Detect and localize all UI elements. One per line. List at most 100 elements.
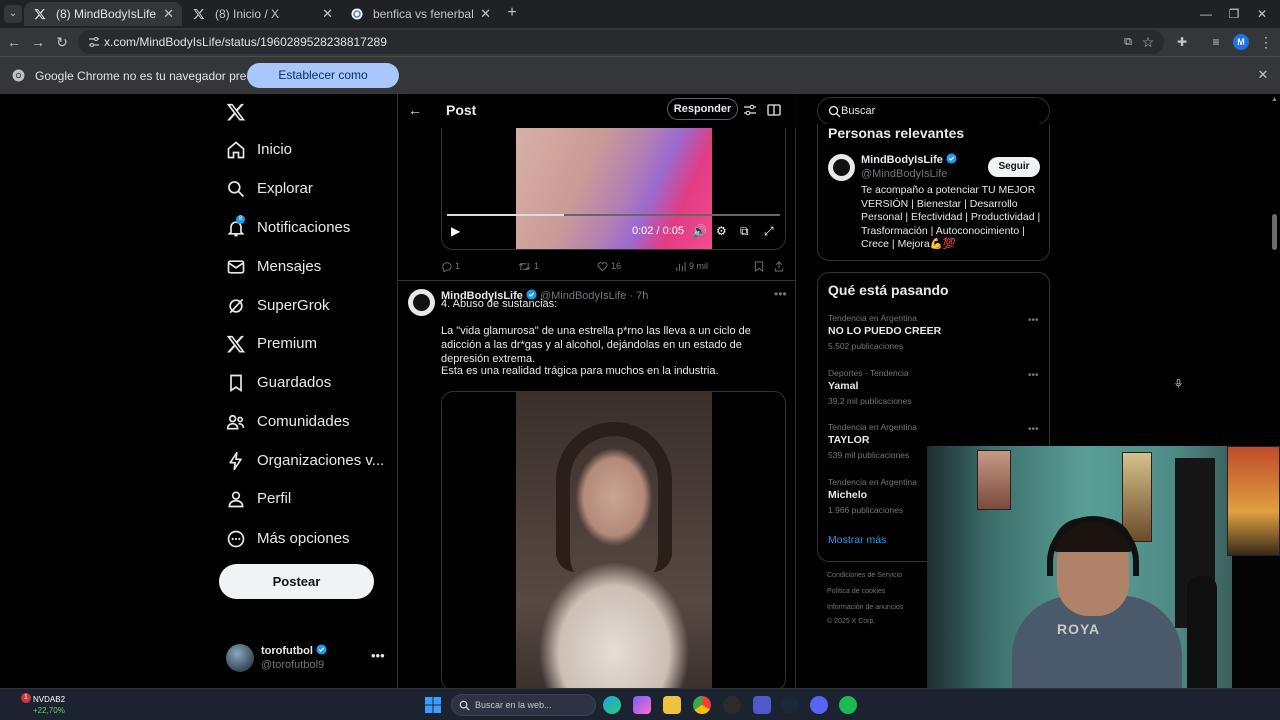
tab-search-button[interactable]: ⌄: [4, 5, 22, 23]
reply-button[interactable]: Responder: [667, 98, 738, 120]
views-action[interactable]: 9 mil: [675, 258, 708, 274]
nav-label: Explorar: [257, 180, 313, 197]
footer-link[interactable]: Información de anuncios: [827, 604, 903, 611]
taskbar-search-placeholder: Buscar en la web...: [475, 700, 552, 710]
edge-icon[interactable]: [603, 696, 621, 714]
tweet[interactable]: MindBodyIsLife @MindBodyIsLife · 7h ••• …: [398, 280, 796, 688]
nav-item-mas-opciones[interactable]: Más opciones: [226, 521, 396, 557]
reader-view-icon[interactable]: [767, 103, 781, 117]
nav-label: Notificaciones: [257, 219, 351, 236]
windows-start-icon[interactable]: [425, 697, 441, 713]
scrollbar-thumb[interactable]: [1272, 214, 1277, 250]
close-icon[interactable]: ✕: [322, 2, 333, 26]
set-default-button[interactable]: Establecer como predeterminado: [247, 63, 399, 107]
back-arrow-icon[interactable]: ←: [4, 32, 24, 52]
stock-widget[interactable]: 1 NVDAB2 +22,70%: [18, 693, 78, 717]
tab-inicio[interactable]: (8) Inicio / X ✕: [183, 2, 341, 26]
microphone-icon[interactable]: [1174, 379, 1183, 388]
nav-item-comunidades[interactable]: Comunidades: [226, 404, 396, 440]
repost-action[interactable]: 1: [518, 258, 539, 274]
more-circle-icon: [227, 530, 245, 548]
chrome-logo-icon: [12, 69, 25, 82]
like-action[interactable]: 16: [597, 258, 621, 274]
kebab-menu-icon[interactable]: ⋮: [1256, 32, 1276, 52]
relevant-user-name[interactable]: MindBodyIsLife: [861, 153, 957, 166]
search-input[interactable]: Buscar: [817, 97, 1050, 125]
nav-label: Comunidades: [257, 413, 350, 430]
avatar: [226, 644, 254, 672]
close-icon[interactable]: ✕: [163, 2, 174, 26]
install-app-icon[interactable]: ⧉: [1118, 32, 1138, 52]
nav-item-organizaciones[interactable]: Organizaciones v...: [226, 443, 396, 479]
video-player[interactable]: ▶ 0:02 / 0:05 🔊 ⚙ ⧉ ⤢: [441, 128, 786, 250]
trend-item[interactable]: Tendencia en Argentina NO LO PUEDO CREER…: [828, 313, 1043, 357]
x-logo-icon[interactable]: [226, 102, 246, 122]
nav-item-explorar[interactable]: Explorar: [226, 171, 396, 207]
spotify-icon[interactable]: [839, 696, 857, 714]
site-info-icon[interactable]: [88, 36, 100, 48]
taskbar-search-input[interactable]: Buscar en la web...: [451, 694, 596, 716]
account-switcher[interactable]: torofutbol @torofutbol9 •••: [226, 642, 396, 674]
video-progress[interactable]: [447, 214, 780, 216]
footer-link[interactable]: Política de cookies: [827, 588, 885, 595]
media-controls-icon[interactable]: ≡: [1206, 32, 1226, 52]
main-column: ▶ 0:02 / 0:05 🔊 ⚙ ⧉ ⤢ 1 1 16 9 mil MindB…: [397, 94, 796, 688]
avatar[interactable]: [408, 289, 435, 316]
stock-symbol: NVDAB2: [33, 695, 66, 704]
video-progress-fill: [447, 214, 564, 216]
nav-item-premium[interactable]: Premium: [226, 326, 396, 362]
obs-icon[interactable]: [723, 696, 741, 714]
copilot-icon[interactable]: [633, 696, 651, 714]
scroll-up-icon[interactable]: ▲: [1271, 96, 1278, 103]
steam-icon[interactable]: [781, 696, 799, 714]
more-dots-icon[interactable]: •••: [1028, 370, 1039, 381]
trend-item[interactable]: Deportes · Tendencia Yamal 39,2 mil publ…: [828, 368, 1043, 412]
nav-item-supergrok[interactable]: SuperGrok: [226, 288, 396, 324]
reload-icon[interactable]: ↻: [52, 32, 72, 52]
tab-google-search[interactable]: benfica vs fenerbahce - Buscar ✕: [341, 2, 499, 26]
more-dots-icon[interactable]: •••: [371, 648, 385, 663]
bookmark-star-icon[interactable]: ☆: [1138, 32, 1158, 52]
nav-item-notificaciones[interactable]: 8 Notificaciones: [226, 210, 396, 246]
more-dots-icon[interactable]: •••: [1028, 424, 1039, 435]
extensions-icon[interactable]: ✚: [1172, 32, 1192, 52]
video-player[interactable]: [441, 391, 786, 688]
back-arrow-icon[interactable]: ←: [408, 102, 424, 118]
show-more-link[interactable]: Mostrar más: [828, 534, 886, 546]
nav-item-inicio[interactable]: Inicio: [226, 132, 396, 168]
share-icon[interactable]: [774, 258, 787, 274]
tab-mindbodyislife[interactable]: (8) MindBodyIsLife en X: "Esta e ✕: [24, 2, 182, 26]
settings-gear-icon[interactable]: ⚙: [716, 223, 727, 239]
play-icon[interactable]: ▶: [451, 223, 460, 239]
close-icon[interactable]: ✕: [1256, 67, 1270, 85]
post-header: ← Post Responder: [398, 94, 796, 128]
nav-item-guardados[interactable]: Guardados: [226, 365, 396, 401]
footer-link[interactable]: Condiciones de Servicio: [827, 572, 902, 579]
person-icon: [228, 491, 244, 508]
avatar[interactable]: [828, 154, 855, 181]
reply-action[interactable]: 1: [441, 258, 460, 274]
profile-avatar[interactable]: M: [1233, 34, 1249, 50]
more-dots-icon[interactable]: •••: [1028, 315, 1039, 326]
follow-button[interactable]: Seguir: [988, 157, 1040, 177]
new-tab-button[interactable]: +: [503, 4, 521, 22]
nav-item-perfil[interactable]: Perfil: [226, 481, 396, 517]
close-window-button[interactable]: ✕: [1244, 0, 1280, 28]
fullscreen-icon[interactable]: ⤢: [764, 223, 774, 239]
file-explorer-icon[interactable]: [663, 696, 681, 714]
bookmark-icon[interactable]: [754, 258, 767, 274]
discord-icon[interactable]: [810, 696, 828, 714]
nav-item-mensajes[interactable]: Mensajes: [226, 249, 396, 285]
filter-sliders-icon[interactable]: [743, 103, 757, 117]
nav-label: Mensajes: [257, 258, 322, 275]
forward-arrow-icon[interactable]: →: [28, 32, 48, 52]
picture-in-picture-icon[interactable]: ⧉: [740, 223, 749, 239]
chrome-icon[interactable]: [693, 696, 711, 714]
teams-icon[interactable]: [753, 696, 771, 714]
browser-toolbar: ← → ↻ x.com/MindBodyIsLife/status/196028…: [0, 28, 1280, 56]
post-button[interactable]: Postear: [219, 564, 374, 599]
address-bar[interactable]: x.com/MindBodyIsLife/status/196028952823…: [78, 30, 1164, 54]
volume-icon[interactable]: 🔊: [692, 223, 707, 239]
grok-icon: [229, 298, 244, 314]
close-icon[interactable]: ✕: [480, 2, 491, 26]
